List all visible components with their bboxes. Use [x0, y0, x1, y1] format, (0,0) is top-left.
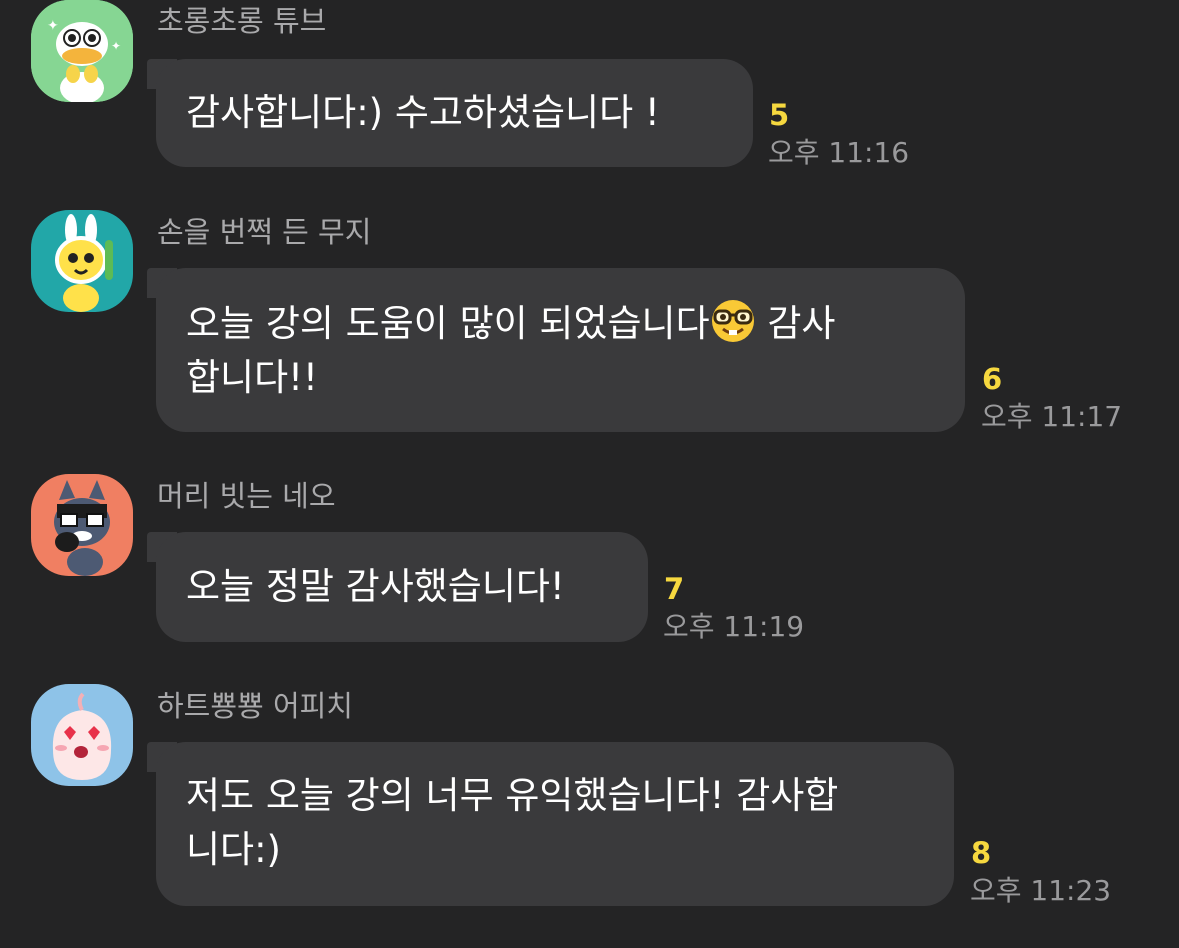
svg-text:✦: ✦	[111, 39, 121, 53]
unread-count: 7	[664, 572, 685, 606]
message-bubble[interactable]: 오늘 강의 도움이 많이 되었습니다 감사 합니다!!	[156, 268, 965, 432]
timestamp: 오후 11:23	[970, 874, 1112, 907]
message-bubble[interactable]: 오늘 정말 감사했습니다!	[156, 532, 648, 642]
message-text: 감사합니다:) 수고하셨습니다 !	[186, 91, 660, 134]
sender-name: 하트뿅뿅 어피치	[157, 689, 353, 723]
message-text: 니다:)	[186, 828, 281, 871]
message-bubble[interactable]: 감사합니다:) 수고하셨습니다 !	[156, 59, 753, 167]
message-bubble[interactable]: 저도 오늘 강의 너무 유익했습니다! 감사합 니다:)	[156, 742, 954, 906]
svg-text:✦: ✦	[47, 18, 59, 34]
sender-name: 손을 번쩍 든 무지	[157, 215, 372, 249]
sender-name: 머리 빗는 네오	[157, 479, 336, 513]
unread-count: 5	[769, 98, 790, 132]
message-line: 오늘 강의 도움이 많이 되었습니다 감사	[186, 297, 935, 351]
avatar-tube-icon[interactable]: ✦ ✦	[31, 0, 133, 102]
avatar-muzi-icon[interactable]	[31, 210, 133, 312]
timestamp: 오후 11:16	[768, 136, 910, 169]
message-text: 저도 오늘 강의 너무 유익했습니다! 감사합	[186, 774, 839, 817]
message-text: 오늘 정말 감사했습니다!	[186, 565, 565, 608]
message-text: 합니다!!	[186, 356, 318, 399]
unread-count: 6	[982, 362, 1003, 396]
message-text: 감사	[767, 302, 836, 345]
timestamp: 오후 11:19	[663, 610, 805, 643]
sender-name: 초롱초롱 튜브	[157, 4, 327, 38]
nerd-face-emoji-icon	[711, 300, 754, 342]
message-text: 오늘 강의 도움이 많이 되었습니다	[186, 302, 710, 345]
avatar-neo-icon[interactable]	[31, 474, 133, 576]
timestamp: 오후 11:17	[981, 400, 1123, 433]
unread-count: 8	[971, 836, 992, 870]
avatar-apeach-icon[interactable]	[31, 684, 133, 786]
